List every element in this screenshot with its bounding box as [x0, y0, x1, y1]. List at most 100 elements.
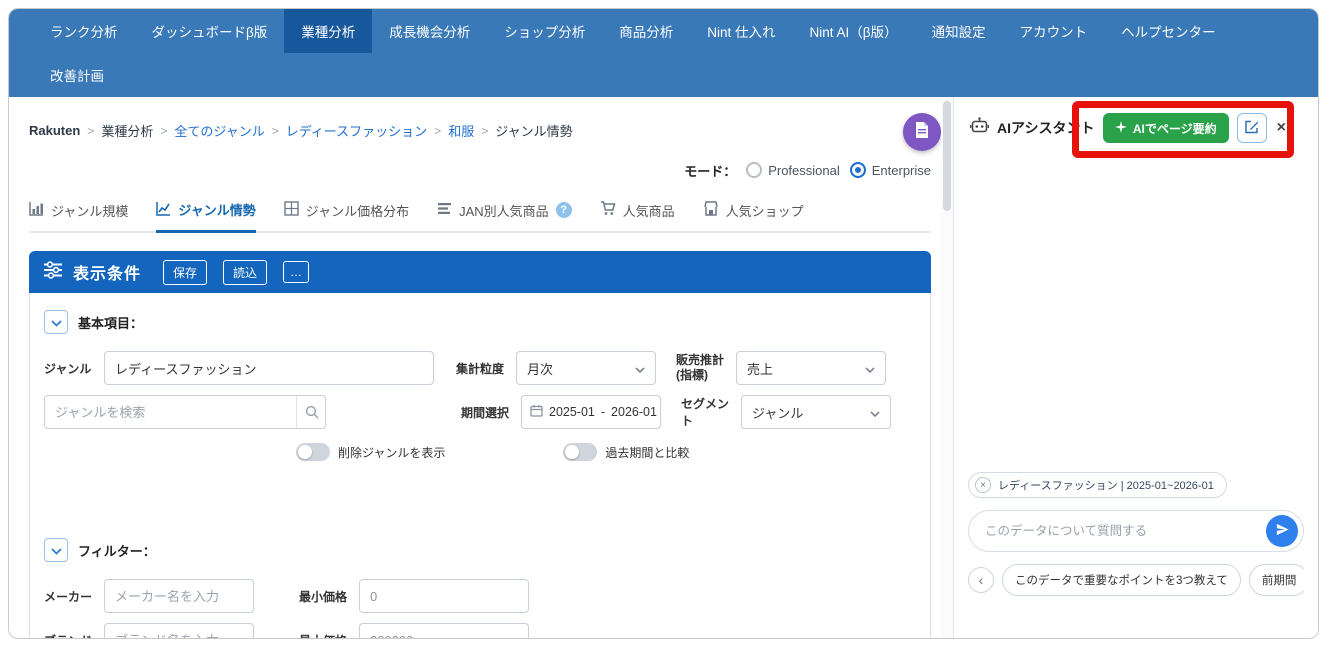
mode-option-professional[interactable]: Professional: [746, 162, 840, 178]
nav-help-center[interactable]: ヘルプセンター: [1104, 9, 1233, 53]
tab-genre-scale[interactable]: ジャンル規模: [29, 197, 128, 231]
ai-assistant-panel: AIアシスタント AIでページ要約 × × レディースファッション | 2025…: [953, 97, 1318, 639]
tab-label: 人気ショップ: [726, 201, 804, 220]
cart-icon: [600, 201, 616, 219]
nav-dashboard-beta[interactable]: ダッシュボードβ版: [135, 9, 285, 53]
chevron-down-icon: [635, 361, 645, 376]
nav-improvement-plan[interactable]: 改善計画: [33, 53, 121, 97]
bar-chart-icon: [29, 201, 44, 219]
max-price-input[interactable]: [359, 623, 529, 639]
segment-value: ジャンル: [752, 403, 803, 422]
nav-product-analysis[interactable]: 商品分析: [602, 9, 690, 53]
genre-label: ジャンル: [44, 360, 96, 377]
period-separator: -: [601, 405, 605, 419]
nav-row-1: ランク分析 ダッシュボードβ版 業種分析 成長機会分析 ショップ分析 商品分析 …: [9, 9, 1318, 53]
maker-label: メーカー: [44, 588, 96, 605]
nav-rank-analysis[interactable]: ランク分析: [33, 9, 135, 53]
back-arrow-icon[interactable]: ‹: [968, 567, 994, 593]
brand-input[interactable]: [104, 623, 254, 639]
basic-items-section-header: 基本項目：: [44, 309, 916, 335]
genre-search-input[interactable]: [44, 395, 326, 429]
sales-metric-value: 売上: [747, 359, 773, 378]
tab-genre-trend[interactable]: ジャンル情勢: [156, 197, 255, 233]
collapse-basic-button[interactable]: [44, 310, 68, 334]
help-icon[interactable]: ?: [556, 202, 572, 218]
ai-page-summary-button[interactable]: AIでページ要約: [1103, 113, 1229, 143]
breadcrumb: Rakuten > 業種分析 > 全てのジャンル > レディースファッション >…: [29, 117, 931, 140]
shop-icon: [703, 201, 719, 219]
brand-label: ブランド: [44, 632, 96, 640]
nav-industry-analysis[interactable]: 業種分析: [284, 9, 372, 53]
context-chip-label: レディースファッション | 2025-01~2026-01: [998, 477, 1214, 493]
mode-enterprise-label: Enterprise: [872, 163, 931, 178]
search-icon[interactable]: [296, 396, 326, 428]
edit-button[interactable]: [1237, 113, 1267, 143]
send-button[interactable]: [1266, 515, 1298, 547]
collapse-filters-button[interactable]: [44, 538, 68, 562]
segment-label: セグメント: [681, 395, 733, 429]
nav-nint-ai-beta[interactable]: Nint AI（β版）: [793, 9, 915, 53]
tab-popular-products[interactable]: 人気商品: [600, 197, 675, 231]
save-conditions-button[interactable]: 保存: [163, 260, 207, 285]
tab-label: JAN別人気商品: [459, 201, 549, 220]
sales-metric-select[interactable]: 売上: [736, 351, 886, 385]
suggestion-chip-1[interactable]: このデータで重要なポイントを3つ教えて: [1002, 564, 1241, 596]
nav-account[interactable]: アカウント: [1003, 9, 1105, 53]
granularity-select[interactable]: 月次: [516, 351, 656, 385]
nav-growth-opportunity[interactable]: 成長機会分析: [372, 9, 487, 53]
app-window: ランク分析 ダッシュボードβ版 業種分析 成長機会分析 ショップ分析 商品分析 …: [8, 8, 1319, 639]
content-area: Rakuten > 業種分析 > 全てのジャンル > レディースファッション >…: [9, 97, 1318, 639]
tab-label: ジャンル規模: [51, 201, 128, 220]
close-icon[interactable]: ×: [1275, 119, 1288, 137]
breadcrumb-ladies-fashion-link[interactable]: レディースファッション: [286, 121, 427, 140]
compare-past-period-label: 過去期間と比較: [605, 444, 689, 461]
chip-remove-icon[interactable]: ×: [975, 477, 991, 493]
genre-input[interactable]: [104, 351, 434, 385]
send-icon: [1275, 522, 1290, 540]
nav-shop-analysis[interactable]: ショップ分析: [487, 9, 602, 53]
mode-option-enterprise[interactable]: Enterprise: [850, 162, 931, 178]
breadcrumb-wafuku-link[interactable]: 和服: [448, 121, 474, 140]
context-chip[interactable]: × レディースファッション | 2025-01~2026-01: [968, 472, 1227, 498]
show-deleted-genres-label: 削除ジャンルを表示: [338, 444, 445, 461]
min-price-label: 最小価格: [299, 588, 351, 605]
tab-jan-popular-products[interactable]: JAN別人気商品 ?: [437, 197, 572, 231]
filters-section-header: フィルター：: [44, 537, 916, 563]
sliders-icon: [43, 261, 63, 284]
main-scrollbar[interactable]: [941, 97, 953, 639]
segment-select[interactable]: ジャンル: [741, 395, 891, 429]
period-end-value: 2026-01: [611, 405, 657, 419]
breadcrumb-separator: >: [434, 124, 441, 138]
show-deleted-genres-toggle[interactable]: [296, 443, 330, 461]
more-options-button[interactable]: …: [283, 261, 309, 283]
period-range-picker[interactable]: 2025-01 - 2026-01: [521, 395, 661, 429]
tab-popular-shops[interactable]: 人気ショップ: [703, 197, 804, 231]
load-conditions-button[interactable]: 読込: [223, 260, 267, 285]
calendar-icon: [530, 404, 543, 420]
maker-input[interactable]: [104, 579, 254, 613]
ai-question-input[interactable]: [983, 523, 1266, 539]
list-bars-icon: [437, 201, 452, 219]
pdf-icon: [914, 121, 930, 144]
nav-notification-settings[interactable]: 通知設定: [915, 9, 1003, 53]
granularity-label: 集計粒度: [456, 360, 508, 377]
conditions-header: 表示条件 保存 読込 …: [29, 251, 931, 293]
tab-label: 人気商品: [623, 201, 675, 220]
chevron-down-icon: [870, 405, 880, 420]
pdf-export-button[interactable]: [903, 113, 941, 151]
ai-assistant-title: AIアシスタント: [997, 118, 1094, 138]
compare-past-period-toggle[interactable]: [563, 443, 597, 461]
line-chart-icon: [156, 201, 171, 219]
filters-row-1: メーカー 最小価格: [44, 579, 916, 613]
scrollbar-thumb[interactable]: [943, 101, 951, 211]
basic-items-title: 基本項目：: [78, 313, 143, 332]
breadcrumb-separator: >: [481, 124, 488, 138]
min-price-input[interactable]: [359, 579, 529, 613]
nav-nint-purchasing[interactable]: Nint 仕入れ: [690, 9, 792, 53]
tab-genre-price-distribution[interactable]: ジャンル価格分布: [284, 197, 409, 231]
breadcrumb-row: Rakuten > 業種分析 > 全てのジャンル > レディースファッション >…: [29, 117, 931, 155]
suggestion-chip-2[interactable]: 前期間: [1249, 564, 1304, 596]
breadcrumb-all-genres-link[interactable]: 全てのジャンル: [174, 121, 264, 140]
top-nav: ランク分析 ダッシュボードβ版 業種分析 成長機会分析 ショップ分析 商品分析 …: [9, 9, 1318, 97]
suggestions-row: ‹ このデータで重要なポイントを3つ教えて 前期間: [968, 564, 1304, 596]
